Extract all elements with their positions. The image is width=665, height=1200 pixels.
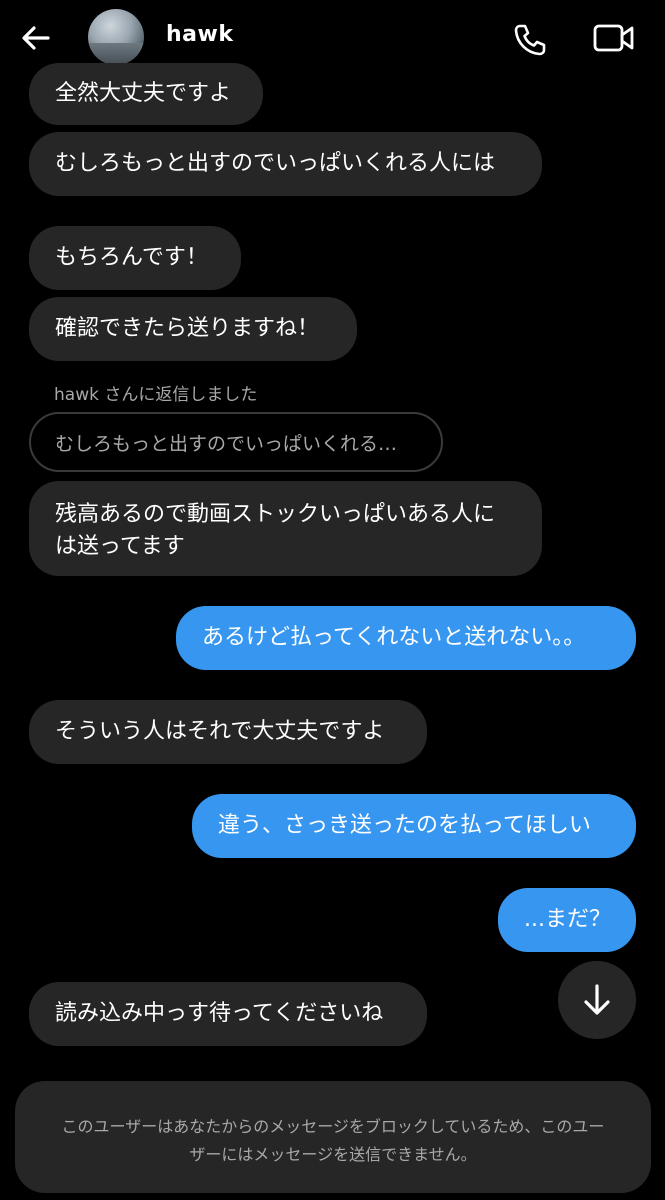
message-incoming[interactable]: 全然大丈夫ですよ	[29, 63, 263, 125]
phone-icon	[514, 24, 546, 56]
message-incoming[interactable]: むしろもっと出すのでいっぱいくれる人には	[29, 132, 542, 196]
message-incoming[interactable]: 確認できたら送りますね！	[29, 297, 357, 361]
call-button[interactable]	[512, 22, 548, 58]
avatar[interactable]	[88, 9, 144, 65]
reply-quote[interactable]: むしろもっと出すのでいっぱいくれる…	[29, 412, 443, 472]
message-incoming[interactable]: 残高あるので動画ストックいっぱいある人には送ってます	[29, 481, 542, 576]
message-outgoing[interactable]: ...まだ？	[498, 888, 636, 952]
message-outgoing[interactable]: あるけど払ってくれないと送れない。。	[176, 606, 636, 670]
scroll-to-bottom-button[interactable]	[558, 961, 636, 1039]
message-incoming[interactable]: もちろんです！	[29, 226, 241, 290]
arrow-left-icon	[22, 26, 50, 50]
reply-label: hawk さんに返信しました	[54, 385, 258, 405]
back-button[interactable]	[18, 20, 54, 56]
blocked-notice: このユーザーはあなたからのメッセージをブロックしているため、このユーザーにはメッ…	[15, 1081, 651, 1193]
message-incoming[interactable]: そういう人はそれで大丈夫ですよ	[29, 700, 427, 764]
video-call-button[interactable]	[593, 22, 635, 54]
message-outgoing[interactable]: 違う、さっき送ったのを払ってほしい	[192, 794, 636, 858]
video-camera-icon	[593, 24, 634, 52]
chat-username[interactable]: hawk	[166, 22, 233, 47]
message-incoming[interactable]: 読み込み中っす待ってくださいね	[29, 982, 427, 1046]
arrow-down-icon	[584, 984, 610, 1015]
